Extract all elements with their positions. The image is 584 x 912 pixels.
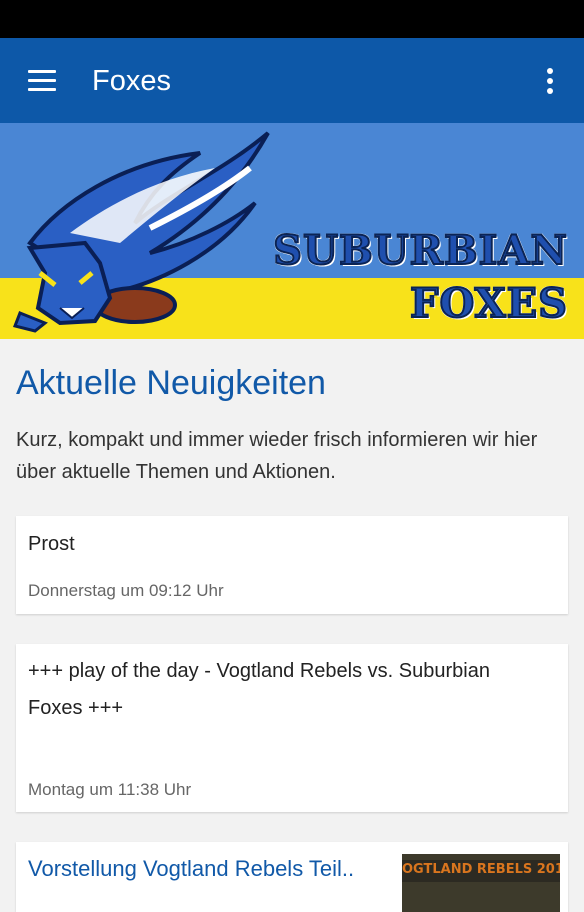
news-date: Donnerstag um 09:12 Uhr <box>28 581 224 600</box>
news-date: Montag um 11:38 Uhr <box>28 780 192 799</box>
fox-logo-icon <box>12 131 270 333</box>
section-intro: Kurz, kompakt und immer wieder frisch in… <box>16 429 538 483</box>
news-title: Prost <box>28 533 75 555</box>
banner-title-line2: FOXES <box>409 279 568 328</box>
thumbnail-caption: OGTLAND REBELS 201 <box>402 862 560 877</box>
app-title: Foxes <box>92 65 171 97</box>
news-card[interactable]: Vorstellung Vogtland Rebels Teil.. OGTLA… <box>16 842 568 912</box>
news-card[interactable]: +++ play of the day - Vogtland Rebels vs… <box>16 644 568 812</box>
status-bar <box>0 0 584 38</box>
menu-icon[interactable] <box>24 66 60 96</box>
news-title: +++ play of the day - Vogtland Rebels vs… <box>28 660 490 719</box>
news-card[interactable]: Prost Donnerstag um 09:12 Uhr <box>16 516 568 614</box>
team-banner: SUBURBIAN FOXES <box>0 123 584 339</box>
banner-title-line1: SUBURBIAN <box>272 226 568 275</box>
news-thumbnail: OGTLAND REBELS 201 <box>402 854 560 912</box>
app-bar: Foxes <box>0 38 584 123</box>
news-title: Vorstellung Vogtland Rebels Teil.. <box>28 856 355 881</box>
section-title: Aktuelle Neuigkeiten <box>16 364 326 402</box>
more-options-icon[interactable] <box>538 66 562 96</box>
